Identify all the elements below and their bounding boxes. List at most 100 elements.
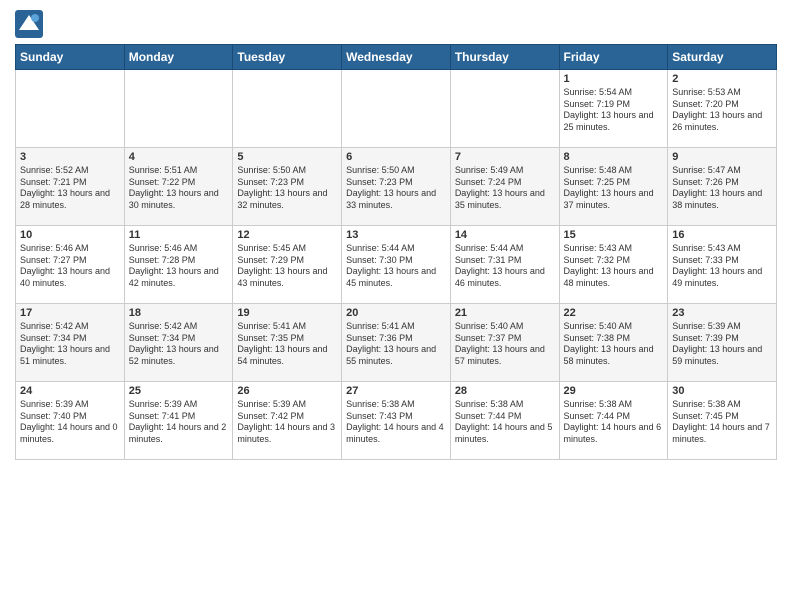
calendar-week-row: 3Sunrise: 5:52 AM Sunset: 7:21 PM Daylig… <box>16 148 777 226</box>
cell-content: Sunrise: 5:39 AM Sunset: 7:39 PM Dayligh… <box>672 321 772 368</box>
calendar-cell: 20Sunrise: 5:41 AM Sunset: 7:36 PM Dayli… <box>342 304 451 382</box>
cell-content: Sunrise: 5:39 AM Sunset: 7:42 PM Dayligh… <box>237 399 337 446</box>
cell-content: Sunrise: 5:46 AM Sunset: 7:27 PM Dayligh… <box>20 243 120 290</box>
day-number: 25 <box>129 385 229 397</box>
cell-content: Sunrise: 5:46 AM Sunset: 7:28 PM Dayligh… <box>129 243 229 290</box>
weekday-header-wednesday: Wednesday <box>342 45 451 70</box>
cell-content: Sunrise: 5:38 AM Sunset: 7:43 PM Dayligh… <box>346 399 446 446</box>
calendar-cell <box>450 70 559 148</box>
cell-content: Sunrise: 5:43 AM Sunset: 7:32 PM Dayligh… <box>564 243 664 290</box>
calendar-cell: 1 Sunrise: 5:54 AM Sunset: 7:19 PM Daylig… <box>559 70 668 148</box>
day-number: 24 <box>20 385 120 397</box>
calendar-cell: 26 Sunrise: 5:39 AM Sunset: 7:42 PM Dayli… <box>233 382 342 460</box>
cell-content: Sunrise: 5:53 AM Sunset: 7:20 PM Dayligh… <box>672 87 772 134</box>
day-number: 16 <box>672 229 772 241</box>
calendar-cell: 17 Sunrise: 5:42 AM Sunset: 7:34 PM Dayli… <box>16 304 125 382</box>
day-number: 28 <box>455 385 555 397</box>
cell-content: Sunrise: 5:42 AM Sunset: 7:34 PM Dayligh… <box>129 321 229 368</box>
day-number: 21 <box>455 307 555 319</box>
calendar-week-row: 1 Sunrise: 5:54 AM Sunset: 7:19 PM Daylig… <box>16 70 777 148</box>
cell-content: Sunrise: 5:41 AM Sunset: 7:35 PM Dayligh… <box>237 321 337 368</box>
day-number: 30 <box>672 385 772 397</box>
calendar-cell: 9 Sunrise: 5:47 AM Sunset: 7:26 PM Daylig… <box>668 148 777 226</box>
weekday-header-saturday: Saturday <box>668 45 777 70</box>
cell-content: Sunrise: 5:54 AM Sunset: 7:19 PM Dayligh… <box>564 87 664 134</box>
day-number: 15 <box>564 229 664 241</box>
header <box>15 10 777 38</box>
cell-content: Sunrise: 5:38 AM Sunset: 7:44 PM Dayligh… <box>564 399 664 446</box>
cell-content: Sunrise: 5:38 AM Sunset: 7:44 PM Dayligh… <box>455 399 555 446</box>
calendar-cell: 15 Sunrise: 5:43 AM Sunset: 7:32 PM Dayli… <box>559 226 668 304</box>
day-number: 10 <box>20 229 120 241</box>
day-number: 19 <box>237 307 337 319</box>
calendar-cell: 30 Sunrise: 5:38 AM Sunset: 7:45 PM Dayli… <box>668 382 777 460</box>
cell-content: Sunrise: 5:38 AM Sunset: 7:45 PM Dayligh… <box>672 399 772 446</box>
calendar-cell: 24 Sunrise: 5:39 AM Sunset: 7:40 PM Dayli… <box>16 382 125 460</box>
calendar-cell: 27 Sunrise: 5:38 AM Sunset: 7:43 PM Dayli… <box>342 382 451 460</box>
day-number: 2 <box>672 73 772 85</box>
cell-content: Sunrise: 5:40 AM Sunset: 7:37 PM Dayligh… <box>455 321 555 368</box>
calendar-cell: 5Sunrise: 5:50 AM Sunset: 7:23 PM Daylig… <box>233 148 342 226</box>
weekday-header-friday: Friday <box>559 45 668 70</box>
calendar-cell: 18 Sunrise: 5:42 AM Sunset: 7:34 PM Dayli… <box>124 304 233 382</box>
weekday-header-thursday: Thursday <box>450 45 559 70</box>
calendar-cell: 7 Sunrise: 5:49 AM Sunset: 7:24 PM Daylig… <box>450 148 559 226</box>
calendar-cell <box>342 70 451 148</box>
cell-content: Sunrise: 5:52 AM Sunset: 7:21 PM Dayligh… <box>20 165 120 212</box>
page: SundayMondayTuesdayWednesdayThursdayFrid… <box>0 0 792 612</box>
day-number: 1 <box>564 73 664 85</box>
day-number: 27 <box>346 385 446 397</box>
weekday-header-sunday: Sunday <box>16 45 125 70</box>
day-number: 26 <box>237 385 337 397</box>
day-number: 18 <box>129 307 229 319</box>
calendar-cell <box>233 70 342 148</box>
calendar-table: SundayMondayTuesdayWednesdayThursdayFrid… <box>15 44 777 460</box>
day-number: 23 <box>672 307 772 319</box>
day-number: 12 <box>237 229 337 241</box>
weekday-header-row: SundayMondayTuesdayWednesdayThursdayFrid… <box>16 45 777 70</box>
calendar-cell <box>124 70 233 148</box>
cell-content: Sunrise: 5:47 AM Sunset: 7:26 PM Dayligh… <box>672 165 772 212</box>
calendar-cell: 11 Sunrise: 5:46 AM Sunset: 7:28 PM Dayli… <box>124 226 233 304</box>
calendar-cell: 6 Sunrise: 5:50 AM Sunset: 7:23 PM Daylig… <box>342 148 451 226</box>
cell-content: Sunrise: 5:49 AM Sunset: 7:24 PM Dayligh… <box>455 165 555 212</box>
day-number: 29 <box>564 385 664 397</box>
calendar-cell: 21 Sunrise: 5:40 AM Sunset: 7:37 PM Dayli… <box>450 304 559 382</box>
calendar-cell: 4Sunrise: 5:51 AM Sunset: 7:22 PM Daylig… <box>124 148 233 226</box>
calendar-cell: 29 Sunrise: 5:38 AM Sunset: 7:44 PM Dayli… <box>559 382 668 460</box>
cell-content: Sunrise: 5:44 AM Sunset: 7:30 PM Dayligh… <box>346 243 446 290</box>
cell-content: Sunrise: 5:40 AM Sunset: 7:38 PM Dayligh… <box>564 321 664 368</box>
cell-content: Sunrise: 5:50 AM Sunset: 7:23 PM Dayligh… <box>346 165 446 212</box>
cell-content: Sunrise: 5:41 AM Sunset: 7:36 PM Dayligh… <box>346 321 446 368</box>
calendar-cell <box>16 70 125 148</box>
day-number: 9 <box>672 151 772 163</box>
day-number: 17 <box>20 307 120 319</box>
calendar-cell: 14 Sunrise: 5:44 AM Sunset: 7:31 PM Dayli… <box>450 226 559 304</box>
cell-content: Sunrise: 5:39 AM Sunset: 7:40 PM Dayligh… <box>20 399 120 446</box>
calendar-cell: 8 Sunrise: 5:48 AM Sunset: 7:25 PM Daylig… <box>559 148 668 226</box>
day-number: 14 <box>455 229 555 241</box>
calendar-cell: 3Sunrise: 5:52 AM Sunset: 7:21 PM Daylig… <box>16 148 125 226</box>
calendar-cell: 12Sunrise: 5:45 AM Sunset: 7:29 PM Dayli… <box>233 226 342 304</box>
day-number: 13 <box>346 229 446 241</box>
calendar-cell: 2 Sunrise: 5:53 AM Sunset: 7:20 PM Daylig… <box>668 70 777 148</box>
calendar-week-row: 24 Sunrise: 5:39 AM Sunset: 7:40 PM Dayli… <box>16 382 777 460</box>
calendar-cell: 19 Sunrise: 5:41 AM Sunset: 7:35 PM Dayli… <box>233 304 342 382</box>
day-number: 6 <box>346 151 446 163</box>
cell-content: Sunrise: 5:39 AM Sunset: 7:41 PM Dayligh… <box>129 399 229 446</box>
day-number: 22 <box>564 307 664 319</box>
cell-content: Sunrise: 5:48 AM Sunset: 7:25 PM Dayligh… <box>564 165 664 212</box>
day-number: 7 <box>455 151 555 163</box>
calendar-cell: 22 Sunrise: 5:40 AM Sunset: 7:38 PM Dayli… <box>559 304 668 382</box>
calendar-cell: 13 Sunrise: 5:44 AM Sunset: 7:30 PM Dayli… <box>342 226 451 304</box>
weekday-header-tuesday: Tuesday <box>233 45 342 70</box>
calendar-week-row: 17 Sunrise: 5:42 AM Sunset: 7:34 PM Dayli… <box>16 304 777 382</box>
cell-content: Sunrise: 5:51 AM Sunset: 7:22 PM Dayligh… <box>129 165 229 212</box>
calendar-cell: 23 Sunrise: 5:39 AM Sunset: 7:39 PM Dayli… <box>668 304 777 382</box>
day-number: 11 <box>129 229 229 241</box>
day-number: 8 <box>564 151 664 163</box>
calendar-cell: 25 Sunrise: 5:39 AM Sunset: 7:41 PM Dayli… <box>124 382 233 460</box>
cell-content: Sunrise: 5:42 AM Sunset: 7:34 PM Dayligh… <box>20 321 120 368</box>
calendar-cell: 16Sunrise: 5:43 AM Sunset: 7:33 PM Dayli… <box>668 226 777 304</box>
cell-content: Sunrise: 5:44 AM Sunset: 7:31 PM Dayligh… <box>455 243 555 290</box>
